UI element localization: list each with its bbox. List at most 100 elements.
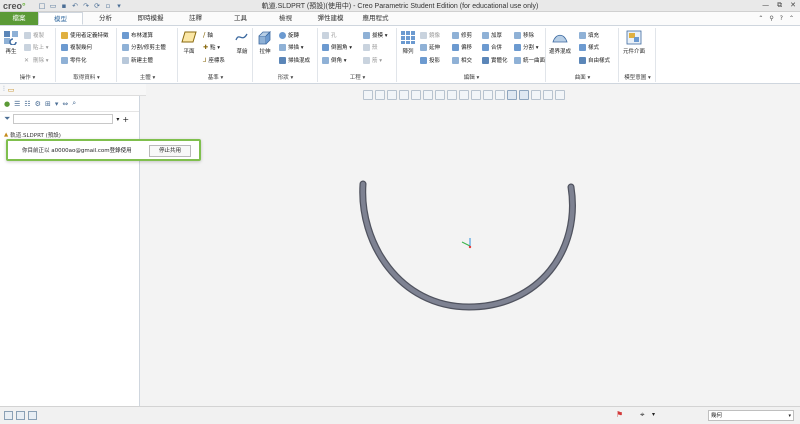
expand-icon[interactable]: ⌃: [789, 12, 794, 25]
boolean-button[interactable]: 布林運算: [122, 31, 153, 39]
saved-orientations-icon[interactable]: [435, 89, 445, 100]
csys-button[interactable]: ⅃ 座標系: [203, 56, 225, 65]
user-defined-feature-button[interactable]: 使用者定義特徵: [61, 31, 109, 39]
chamfer-button[interactable]: 倒角 ▾: [322, 56, 347, 64]
find-binoculars-icon[interactable]: ⌖: [640, 410, 645, 420]
point-button[interactable]: ✚ 點 ▾: [203, 43, 220, 52]
display-style-icon[interactable]: [423, 89, 433, 100]
video-icon[interactable]: [555, 89, 565, 100]
datum-display-icon[interactable]: [471, 89, 481, 100]
minimize-button[interactable]: —: [762, 1, 769, 10]
help-icon[interactable]: ?: [780, 12, 783, 25]
group-label-shapes[interactable]: 形狀 ▾: [254, 73, 317, 81]
find-dropdown-icon[interactable]: ▾: [652, 411, 655, 418]
plane-button[interactable]: 平面: [181, 30, 197, 55]
tab-view[interactable]: 檢視: [263, 12, 308, 25]
group-label-engineering[interactable]: 工程 ▾: [319, 73, 396, 81]
draft-button[interactable]: 拔模 ▾: [363, 31, 388, 39]
tab-annotate[interactable]: 註釋: [173, 12, 218, 25]
zoom-out-icon[interactable]: [387, 89, 397, 100]
boundary-blend-button[interactable]: 邊界混成: [549, 30, 571, 55]
layer-icon[interactable]: ●: [4, 100, 10, 108]
customize-chevron-icon[interactable]: ▾: [115, 2, 123, 10]
search-icon[interactable]: ⚲: [769, 12, 773, 25]
unify-surfaces-button[interactable]: 統一曲面: [514, 56, 545, 64]
redo-icon[interactable]: ↷: [82, 2, 90, 10]
add-filter-icon[interactable]: +: [122, 115, 129, 124]
plane-display-icon[interactable]: [507, 89, 517, 100]
filter-dropdown-icon[interactable]: ▾: [116, 116, 119, 123]
tab-applications[interactable]: 應用程式: [353, 12, 398, 25]
mirror-button[interactable]: 鏡像: [420, 31, 440, 39]
group-label-model-intent[interactable]: 模型意圖 ▾: [620, 73, 655, 81]
windows-icon[interactable]: ▫: [104, 2, 112, 10]
tree-search-input[interactable]: [13, 114, 114, 124]
split-trim-body-button[interactable]: 分割/修剪主體: [122, 43, 166, 51]
merge-button[interactable]: 合併: [482, 43, 502, 51]
delete-button[interactable]: ✕ 刪除 ▾: [24, 56, 49, 65]
copy-button[interactable]: 複製: [24, 31, 44, 39]
spin-center-icon[interactable]: [495, 89, 505, 100]
freestyle-button[interactable]: 自由樣式: [579, 56, 610, 64]
csys-display-icon[interactable]: [543, 89, 553, 100]
annotation-display-icon[interactable]: [483, 89, 493, 100]
fill-button[interactable]: 填充: [579, 31, 599, 39]
revolve-button[interactable]: 旋轉: [279, 31, 299, 39]
hole-button[interactable]: 孔: [322, 31, 337, 39]
regenerate-button[interactable]: 再生: [3, 30, 19, 55]
full-screen-icon[interactable]: [28, 411, 37, 420]
pattern-button[interactable]: 陣列: [400, 30, 416, 55]
shrinkwrap-button[interactable]: 零件化: [61, 56, 87, 64]
model-tree-tab-icon[interactable]: ⫶: [3, 85, 5, 94]
tab-live-simulation[interactable]: 即時模擬: [128, 12, 173, 25]
group-label-editing[interactable]: 編輯 ▾: [398, 73, 545, 81]
group-label-operations[interactable]: 操作 ▾: [0, 73, 55, 81]
toggle-navigator-icon[interactable]: [4, 411, 13, 420]
repaint-icon[interactable]: [399, 89, 409, 100]
intersect-button[interactable]: 相交: [452, 56, 472, 64]
round-button[interactable]: 倒圓角 ▾: [322, 43, 352, 51]
zoom-in-icon[interactable]: [375, 89, 385, 100]
group-label-get-data[interactable]: 取得資料 ▾: [57, 73, 116, 81]
section-icon[interactable]: [411, 89, 421, 100]
save-icon[interactable]: ▪: [60, 2, 68, 10]
trim-button[interactable]: 修剪: [452, 31, 472, 39]
toggle-browser-icon[interactable]: [16, 411, 25, 420]
close-button[interactable]: ✕: [790, 1, 796, 10]
tab-tools[interactable]: 工具: [218, 12, 263, 25]
view-manager-icon[interactable]: [447, 89, 457, 100]
style-button[interactable]: 樣式: [579, 43, 599, 51]
tree-filter-icon[interactable]: ⊞: [45, 100, 51, 108]
shell-button[interactable]: 殼: [363, 43, 378, 51]
regenerate-icon[interactable]: ⟳: [93, 2, 101, 10]
point-display-icon[interactable]: [531, 89, 541, 100]
group-label-surfaces[interactable]: 曲面 ▾: [547, 73, 618, 81]
model-viewport[interactable]: [141, 102, 800, 406]
remove-button[interactable]: 移除: [514, 31, 534, 39]
split-button[interactable]: 分割 ▾: [514, 43, 539, 51]
search-tree-icon[interactable]: ⌕: [72, 99, 76, 108]
show-icon[interactable]: ▾: [55, 100, 59, 108]
perspective-icon[interactable]: [459, 89, 469, 100]
new-body-button[interactable]: 新建主體: [122, 56, 153, 64]
selection-filter-dropdown[interactable]: 幾何 ▾: [708, 410, 794, 421]
solidify-button[interactable]: 實體化: [482, 56, 508, 64]
extend-button[interactable]: 延伸: [420, 43, 440, 51]
group-label-body[interactable]: 主體 ▾: [118, 73, 177, 81]
paste-button[interactable]: 貼上 ▾: [24, 43, 49, 51]
sweep-button[interactable]: 掃描 ▾: [279, 43, 304, 51]
tree-list-icon[interactable]: ☰: [14, 100, 20, 108]
project-button[interactable]: 投影: [420, 56, 440, 64]
group-label-datum[interactable]: 基準 ▾: [179, 73, 252, 81]
link-icon[interactable]: ⇔: [62, 100, 68, 108]
restore-button[interactable]: ⧉: [777, 1, 782, 10]
tab-file[interactable]: 檔案: [0, 12, 38, 25]
tree-columns-icon[interactable]: ☷: [24, 100, 30, 108]
open-file-icon[interactable]: ▭: [49, 2, 57, 10]
funnel-icon[interactable]: ⏷: [4, 114, 10, 124]
copy-geometry-button[interactable]: 複製幾何: [61, 43, 92, 51]
swept-blend-button[interactable]: 掃描混成: [279, 56, 310, 64]
minimize-ribbon-icon[interactable]: ⌃: [758, 12, 763, 25]
folder-browser-tab-icon[interactable]: ▭: [8, 86, 15, 94]
tab-flexible-modeling[interactable]: 彈性建模: [308, 12, 353, 25]
